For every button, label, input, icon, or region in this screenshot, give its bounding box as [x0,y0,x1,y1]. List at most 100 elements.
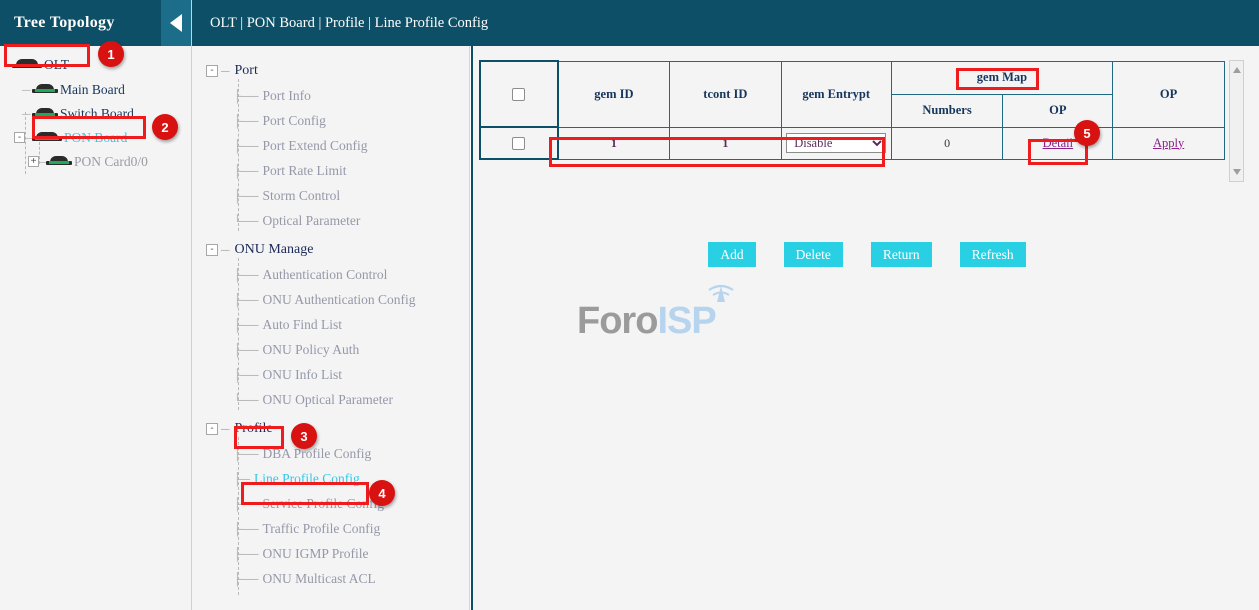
numbers-value: 0 [944,136,950,150]
tree-panel-title: Tree Topology [14,14,115,32]
gem-id-value: 1 [611,136,617,150]
table-row: 1 1 Disable Enable 0 Detail Apply [480,127,1225,159]
nav-item-optical-parameter[interactable]: └──Optical Parameter [192,208,469,233]
nav-item-onu-policy-auth[interactable]: ├──ONU Policy Auth [192,337,469,362]
tree-node-list: OLT ─ Main Board ─ Switch Board - [0,46,191,174]
app-root: Tree Topology OLT ─ Main Board [0,0,1259,610]
device-icon [32,108,58,121]
annotation-badge-5: 5 [1074,120,1100,146]
nav-item-port-rate-limit[interactable]: ├──Port Rate Limit [192,158,469,183]
nav-item-service-profile-config[interactable]: ├──Service Profile Config [192,491,469,516]
header-gem-id: gem ID [558,61,670,127]
nav-item-onu-multicast-acl[interactable]: ├──ONU Multicast ACL [192,566,469,591]
nav-item-label: ONU Policy Auth [263,342,360,358]
header-gem-map-numbers: Numbers [891,94,1003,127]
annotation-badge-2: 2 [152,114,178,140]
tree-node-label: OLT [44,57,69,73]
nav-item-port-info[interactable]: ├──Port Info [192,83,469,108]
nav-item-traffic-profile-config[interactable]: ├──Traffic Profile Config [192,516,469,541]
watermark-text-isp: ISP [657,300,715,342]
nav-item-label: Optical Parameter [263,213,361,229]
nav-item-onu-authentication-config[interactable]: ├──ONU Authentication Config [192,287,469,312]
device-icon [32,84,58,97]
gem-table: gem ID tcont ID gem Entrypt gem Map OP N… [479,60,1225,160]
tcont-id-value: 1 [722,136,728,150]
gem-entrypt-select[interactable]: Disable Enable [786,133,886,153]
tree-expander-expand[interactable]: + [28,156,39,167]
action-button-row: Add Delete Return Refresh [473,242,1259,267]
breadcrumb-text: OLT | PON Board | Profile | Line Profile… [210,15,488,32]
nav-item-onu-igmp-profile[interactable]: ├──ONU IGMP Profile [192,541,469,566]
nav-group-label: Port [235,63,258,79]
tree-node-olt[interactable]: OLT [0,52,191,78]
cell-tcont-id: 1 [669,127,781,159]
device-icon [12,59,42,72]
device-icon [46,156,72,169]
header-op: OP [1113,61,1225,127]
annotation-badge-1: 1 [98,41,124,67]
nav-item-storm-control[interactable]: ├──Storm Control [192,183,469,208]
nav-expander-icon[interactable]: - [206,244,218,256]
nav-item-label: Traffic Profile Config [263,521,381,537]
cell-gem-map-numbers: 0 [891,127,1003,159]
nav-item-label: Port Config [263,113,326,129]
nav-item-auto-find-list[interactable]: ├──Auto Find List [192,312,469,337]
cell-gem-entrypt: Disable Enable [781,127,891,159]
nav-expander-icon[interactable]: - [206,65,218,77]
nav-item-label: Line Profile Config [254,471,360,487]
nav-item-label: ONU Optical Parameter [263,392,393,408]
nav-item-label: ONU Multicast ACL [263,571,376,587]
tree-node-pon-card[interactable]: + ─ PON Card0/0 [0,150,191,174]
nav-group-header-profile[interactable]: - ─ Profile [192,416,469,441]
caret-left-icon[interactable] [161,0,191,46]
row-checkbox[interactable] [512,137,525,150]
nav-item-line-profile-config[interactable]: ├─Line Profile Config [192,466,469,491]
tree-node-label: Switch Board [60,106,134,122]
detail-link[interactable]: Detail [1043,136,1074,150]
header-gem-entrypt: gem Entrypt [781,61,891,127]
nav-item-label: Storm Control [263,188,341,204]
foroisp-watermark: ForoISP [577,286,757,366]
add-button[interactable]: Add [708,242,755,267]
select-all-checkbox[interactable] [512,88,525,101]
annotation-badge-4: 4 [369,480,395,506]
nav-group-profile: - ─ Profile ├──DBA Profile Config ├─Line… [192,416,469,591]
nav-item-port-extend-config[interactable]: ├──Port Extend Config [192,133,469,158]
delete-button[interactable]: Delete [784,242,843,267]
navigation-panel: - ─ Port ├──Port Info ├──Port Config ├──… [192,46,470,610]
nav-item-label: ONU Info List [263,367,343,383]
breadcrumb: OLT | PON Board | Profile | Line Profile… [192,0,1259,46]
nav-item-port-config[interactable]: ├──Port Config [192,108,469,133]
header-gem-map-op: OP [1003,94,1113,127]
nav-group-header-onu-manage[interactable]: - ─ ONU Manage [192,237,469,262]
nav-item-label: ONU Authentication Config [263,292,416,308]
nav-item-label: DBA Profile Config [263,446,372,462]
tree-node-main-board[interactable]: ─ Main Board [0,78,191,102]
device-icon [32,132,62,145]
triangle-up-icon[interactable] [1233,67,1241,73]
row-select-cell [480,127,558,159]
nav-expander-icon[interactable]: - [206,423,218,435]
table-header-row-1: gem ID tcont ID gem Entrypt gem Map OP [480,61,1225,94]
tree-expander-collapse[interactable]: - [14,132,25,143]
triangle-down-icon[interactable] [1233,169,1241,175]
nav-group-port: - ─ Port ├──Port Info ├──Port Config ├──… [192,58,469,233]
tree-topology-panel: Tree Topology OLT ─ Main Board [0,0,192,610]
nav-item-label: Port Rate Limit [263,163,347,179]
gem-table-container: gem ID tcont ID gem Entrypt gem Map OP N… [479,60,1229,160]
cell-op: Apply [1113,127,1225,159]
return-button[interactable]: Return [871,242,932,267]
nav-group-label: ONU Manage [235,242,314,258]
refresh-button[interactable]: Refresh [960,242,1026,267]
apply-link[interactable]: Apply [1153,136,1184,150]
table-vertical-scrollbar[interactable] [1229,60,1244,182]
nav-item-onu-info-list[interactable]: ├──ONU Info List [192,362,469,387]
nav-item-label: Authentication Control [263,267,388,283]
nav-group-header-port[interactable]: - ─ Port [192,58,469,83]
nav-item-onu-optical-parameter[interactable]: └──ONU Optical Parameter [192,387,469,412]
content-panel: ForoISP gem ID tcont ID gem Entrypt gem … [471,46,1259,610]
nav-item-authentication-control[interactable]: ├──Authentication Control [192,262,469,287]
nav-item-dba-profile-config[interactable]: ├──DBA Profile Config [192,441,469,466]
header-tcont-id: tcont ID [669,61,781,127]
gem-table-head: gem ID tcont ID gem Entrypt gem Map OP N… [480,61,1225,127]
